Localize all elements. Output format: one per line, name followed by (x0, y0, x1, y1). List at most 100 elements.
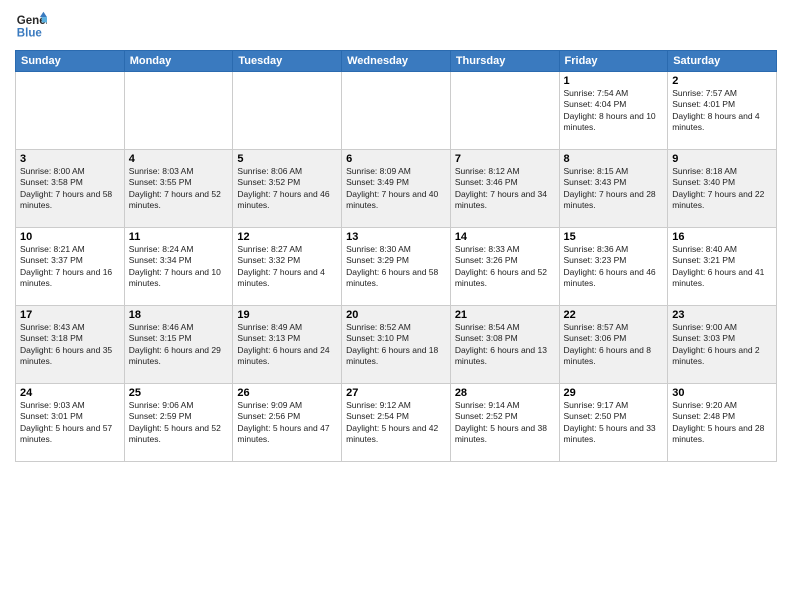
day-number: 15 (564, 231, 664, 243)
calendar-cell: 10Sunrise: 8:21 AMSunset: 3:37 PMDayligh… (16, 228, 125, 306)
day-number: 5 (237, 153, 337, 165)
calendar-week-row: 3Sunrise: 8:00 AMSunset: 3:58 PMDaylight… (16, 150, 777, 228)
day-info: Sunrise: 8:21 AMSunset: 3:37 PMDaylight:… (20, 244, 120, 290)
calendar-cell (450, 72, 559, 150)
calendar-cell: 1Sunrise: 7:54 AMSunset: 4:04 PMDaylight… (559, 72, 668, 150)
day-number: 27 (346, 387, 446, 399)
day-number: 16 (672, 231, 772, 243)
calendar-table: SundayMondayTuesdayWednesdayThursdayFrid… (15, 50, 777, 462)
calendar-cell: 13Sunrise: 8:30 AMSunset: 3:29 PMDayligh… (342, 228, 451, 306)
calendar-header-row: SundayMondayTuesdayWednesdayThursdayFrid… (16, 51, 777, 72)
calendar-week-row: 17Sunrise: 8:43 AMSunset: 3:18 PMDayligh… (16, 306, 777, 384)
day-info: Sunrise: 8:52 AMSunset: 3:10 PMDaylight:… (346, 322, 446, 368)
day-number: 9 (672, 153, 772, 165)
day-number: 21 (455, 309, 555, 321)
day-number: 30 (672, 387, 772, 399)
day-number: 26 (237, 387, 337, 399)
calendar-cell: 30Sunrise: 9:20 AMSunset: 2:48 PMDayligh… (668, 384, 777, 462)
calendar-cell: 16Sunrise: 8:40 AMSunset: 3:21 PMDayligh… (668, 228, 777, 306)
calendar-cell (342, 72, 451, 150)
logo-icon: General Blue (15, 10, 47, 42)
day-number: 2 (672, 75, 772, 87)
calendar-cell: 22Sunrise: 8:57 AMSunset: 3:06 PMDayligh… (559, 306, 668, 384)
day-info: Sunrise: 9:12 AMSunset: 2:54 PMDaylight:… (346, 400, 446, 446)
calendar-week-row: 10Sunrise: 8:21 AMSunset: 3:37 PMDayligh… (16, 228, 777, 306)
calendar-week-row: 24Sunrise: 9:03 AMSunset: 3:01 PMDayligh… (16, 384, 777, 462)
calendar-cell: 11Sunrise: 8:24 AMSunset: 3:34 PMDayligh… (124, 228, 233, 306)
calendar-day-header: Monday (124, 51, 233, 72)
day-info: Sunrise: 9:17 AMSunset: 2:50 PMDaylight:… (564, 400, 664, 446)
calendar-cell: 6Sunrise: 8:09 AMSunset: 3:49 PMDaylight… (342, 150, 451, 228)
calendar-day-header: Saturday (668, 51, 777, 72)
page-header: General Blue (15, 10, 777, 42)
calendar-cell: 25Sunrise: 9:06 AMSunset: 2:59 PMDayligh… (124, 384, 233, 462)
day-info: Sunrise: 9:03 AMSunset: 3:01 PMDaylight:… (20, 400, 120, 446)
calendar-cell: 20Sunrise: 8:52 AMSunset: 3:10 PMDayligh… (342, 306, 451, 384)
calendar-cell: 29Sunrise: 9:17 AMSunset: 2:50 PMDayligh… (559, 384, 668, 462)
calendar-cell: 14Sunrise: 8:33 AMSunset: 3:26 PMDayligh… (450, 228, 559, 306)
calendar-day-header: Tuesday (233, 51, 342, 72)
day-info: Sunrise: 8:00 AMSunset: 3:58 PMDaylight:… (20, 166, 120, 212)
day-info: Sunrise: 9:14 AMSunset: 2:52 PMDaylight:… (455, 400, 555, 446)
calendar-day-header: Wednesday (342, 51, 451, 72)
calendar-cell: 23Sunrise: 9:00 AMSunset: 3:03 PMDayligh… (668, 306, 777, 384)
day-info: Sunrise: 8:12 AMSunset: 3:46 PMDaylight:… (455, 166, 555, 212)
calendar-cell: 18Sunrise: 8:46 AMSunset: 3:15 PMDayligh… (124, 306, 233, 384)
day-number: 19 (237, 309, 337, 321)
day-info: Sunrise: 7:57 AMSunset: 4:01 PMDaylight:… (672, 88, 772, 134)
calendar-cell: 5Sunrise: 8:06 AMSunset: 3:52 PMDaylight… (233, 150, 342, 228)
day-info: Sunrise: 8:40 AMSunset: 3:21 PMDaylight:… (672, 244, 772, 290)
day-number: 1 (564, 75, 664, 87)
calendar-cell (16, 72, 125, 150)
calendar-day-header: Sunday (16, 51, 125, 72)
calendar-cell: 17Sunrise: 8:43 AMSunset: 3:18 PMDayligh… (16, 306, 125, 384)
day-number: 20 (346, 309, 446, 321)
calendar-cell: 24Sunrise: 9:03 AMSunset: 3:01 PMDayligh… (16, 384, 125, 462)
day-number: 14 (455, 231, 555, 243)
day-number: 24 (20, 387, 120, 399)
day-number: 4 (129, 153, 229, 165)
day-info: Sunrise: 8:33 AMSunset: 3:26 PMDaylight:… (455, 244, 555, 290)
calendar-cell (233, 72, 342, 150)
calendar-cell: 7Sunrise: 8:12 AMSunset: 3:46 PMDaylight… (450, 150, 559, 228)
day-info: Sunrise: 8:09 AMSunset: 3:49 PMDaylight:… (346, 166, 446, 212)
day-number: 7 (455, 153, 555, 165)
calendar-cell: 27Sunrise: 9:12 AMSunset: 2:54 PMDayligh… (342, 384, 451, 462)
day-number: 28 (455, 387, 555, 399)
day-number: 13 (346, 231, 446, 243)
day-number: 22 (564, 309, 664, 321)
day-info: Sunrise: 8:36 AMSunset: 3:23 PMDaylight:… (564, 244, 664, 290)
day-info: Sunrise: 9:00 AMSunset: 3:03 PMDaylight:… (672, 322, 772, 368)
day-info: Sunrise: 9:06 AMSunset: 2:59 PMDaylight:… (129, 400, 229, 446)
day-number: 17 (20, 309, 120, 321)
day-number: 10 (20, 231, 120, 243)
calendar-cell: 28Sunrise: 9:14 AMSunset: 2:52 PMDayligh… (450, 384, 559, 462)
day-info: Sunrise: 9:20 AMSunset: 2:48 PMDaylight:… (672, 400, 772, 446)
day-number: 8 (564, 153, 664, 165)
calendar-cell: 19Sunrise: 8:49 AMSunset: 3:13 PMDayligh… (233, 306, 342, 384)
day-info: Sunrise: 8:30 AMSunset: 3:29 PMDaylight:… (346, 244, 446, 290)
calendar-cell: 4Sunrise: 8:03 AMSunset: 3:55 PMDaylight… (124, 150, 233, 228)
calendar-cell: 8Sunrise: 8:15 AMSunset: 3:43 PMDaylight… (559, 150, 668, 228)
svg-text:Blue: Blue (17, 28, 43, 40)
calendar-cell: 15Sunrise: 8:36 AMSunset: 3:23 PMDayligh… (559, 228, 668, 306)
day-info: Sunrise: 8:18 AMSunset: 3:40 PMDaylight:… (672, 166, 772, 212)
day-info: Sunrise: 7:54 AMSunset: 4:04 PMDaylight:… (564, 88, 664, 134)
day-number: 18 (129, 309, 229, 321)
day-info: Sunrise: 8:03 AMSunset: 3:55 PMDaylight:… (129, 166, 229, 212)
calendar-day-header: Friday (559, 51, 668, 72)
day-number: 29 (564, 387, 664, 399)
calendar-cell: 2Sunrise: 7:57 AMSunset: 4:01 PMDaylight… (668, 72, 777, 150)
calendar-cell: 12Sunrise: 8:27 AMSunset: 3:32 PMDayligh… (233, 228, 342, 306)
day-info: Sunrise: 8:24 AMSunset: 3:34 PMDaylight:… (129, 244, 229, 290)
calendar-week-row: 1Sunrise: 7:54 AMSunset: 4:04 PMDaylight… (16, 72, 777, 150)
day-info: Sunrise: 8:54 AMSunset: 3:08 PMDaylight:… (455, 322, 555, 368)
day-number: 3 (20, 153, 120, 165)
calendar-cell: 26Sunrise: 9:09 AMSunset: 2:56 PMDayligh… (233, 384, 342, 462)
day-info: Sunrise: 9:09 AMSunset: 2:56 PMDaylight:… (237, 400, 337, 446)
calendar-cell: 9Sunrise: 8:18 AMSunset: 3:40 PMDaylight… (668, 150, 777, 228)
day-number: 25 (129, 387, 229, 399)
day-info: Sunrise: 8:15 AMSunset: 3:43 PMDaylight:… (564, 166, 664, 212)
day-info: Sunrise: 8:06 AMSunset: 3:52 PMDaylight:… (237, 166, 337, 212)
day-number: 6 (346, 153, 446, 165)
